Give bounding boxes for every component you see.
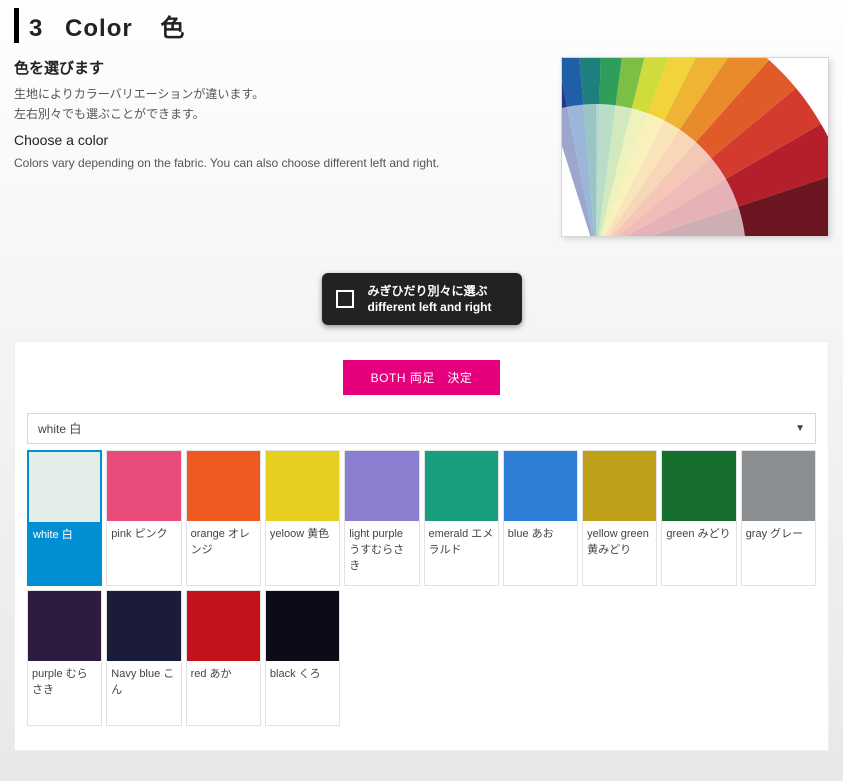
color-panel: BOTH 両足 決定 white 白 ▼ white 白 pink ピンク oran… [14,341,829,751]
swatch-label: yellow green 黄みどり [583,521,656,563]
different-left-right-toggle[interactable]: みぎひだり別々に選ぶ different left and right [322,273,522,325]
swatch-chip [266,451,339,521]
toggle-label-jp: みぎひだり別々に選ぶ [368,283,492,299]
dropdown-selected: white 白 [38,420,81,437]
swatch-chip [28,591,101,661]
info-line-en: Colors vary depending on the fabric. You… [14,153,561,173]
checkbox-icon [336,290,354,308]
swatch-label: black くろ [266,661,339,687]
swatch-label: Navy blue こん [107,661,180,703]
swatch-label: blue あお [504,521,577,547]
color-swatch[interactable]: yellow green 黄みどり [582,450,657,586]
swatch-chip [107,591,180,661]
color-swatch[interactable]: purple むらさき [27,590,102,726]
color-fan-image [561,57,829,237]
confirm-button[interactable]: BOTH 両足 決定 [343,360,501,395]
section-number: 3 [29,15,43,42]
swatch-label: pink ピンク [107,521,180,547]
swatch-chip [583,451,656,521]
swatch-chip [504,451,577,521]
color-swatch[interactable]: pink ピンク [106,450,181,586]
section-title-jp: 色 [160,15,185,42]
swatch-chip [187,591,260,661]
section-title-en: Color [65,15,133,42]
swatch-chip [107,451,180,521]
color-swatch[interactable]: light purple うすむらさき [344,450,419,586]
color-swatch[interactable]: red あか [186,590,261,726]
swatch-label: emerald エメラルド [425,521,498,563]
info-line2-jp: 左右別々でも選ぶことができます。 [14,104,561,124]
color-swatch[interactable]: black くろ [265,590,340,726]
color-swatch[interactable]: blue あお [503,450,578,586]
swatch-label: light purple うすむらさき [345,521,418,579]
section-title: 3 Color 色 [14,8,185,43]
color-swatch[interactable]: orange オレンジ [186,450,261,586]
swatch-chip [662,451,735,521]
swatch-label: orange オレンジ [187,521,260,563]
swatch-chip [345,451,418,521]
color-swatch[interactable]: white 白 [27,450,102,586]
color-swatch[interactable]: yeloow 黄色 [265,450,340,586]
info-line1-jp: 生地によりカラーバリエーションが違います。 [14,84,561,104]
swatch-label: gray グレー [742,521,815,547]
toggle-label-en: different left and right [368,299,492,315]
swatch-label: red あか [187,661,260,687]
swatch-label: yeloow 黄色 [266,521,339,547]
color-swatch[interactable]: gray グレー [741,450,816,586]
color-swatch[interactable]: Navy blue こん [106,590,181,726]
color-dropdown[interactable]: white 白 ▼ [27,413,816,444]
swatch-label: green みどり [662,521,735,547]
swatch-grid: white 白 pink ピンク orange オレンジyeloow 黄色light… [27,450,816,726]
info-text: 色を選びます 生地によりカラーバリエーションが違います。 左右別々でも選ぶことが… [14,57,561,237]
swatch-chip [425,451,498,521]
chevron-down-icon: ▼ [795,423,805,434]
swatch-chip [29,452,100,522]
swatch-chip [187,451,260,521]
swatch-label: purple むらさき [28,661,101,703]
heading-en: Choose a color [14,129,561,153]
swatch-label: white 白 [29,522,100,548]
swatch-chip [266,591,339,661]
heading-jp: 色を選びます [14,57,561,78]
color-swatch[interactable]: green みどり [661,450,736,586]
swatch-chip [742,451,815,521]
color-swatch[interactable]: emerald エメラルド [424,450,499,586]
